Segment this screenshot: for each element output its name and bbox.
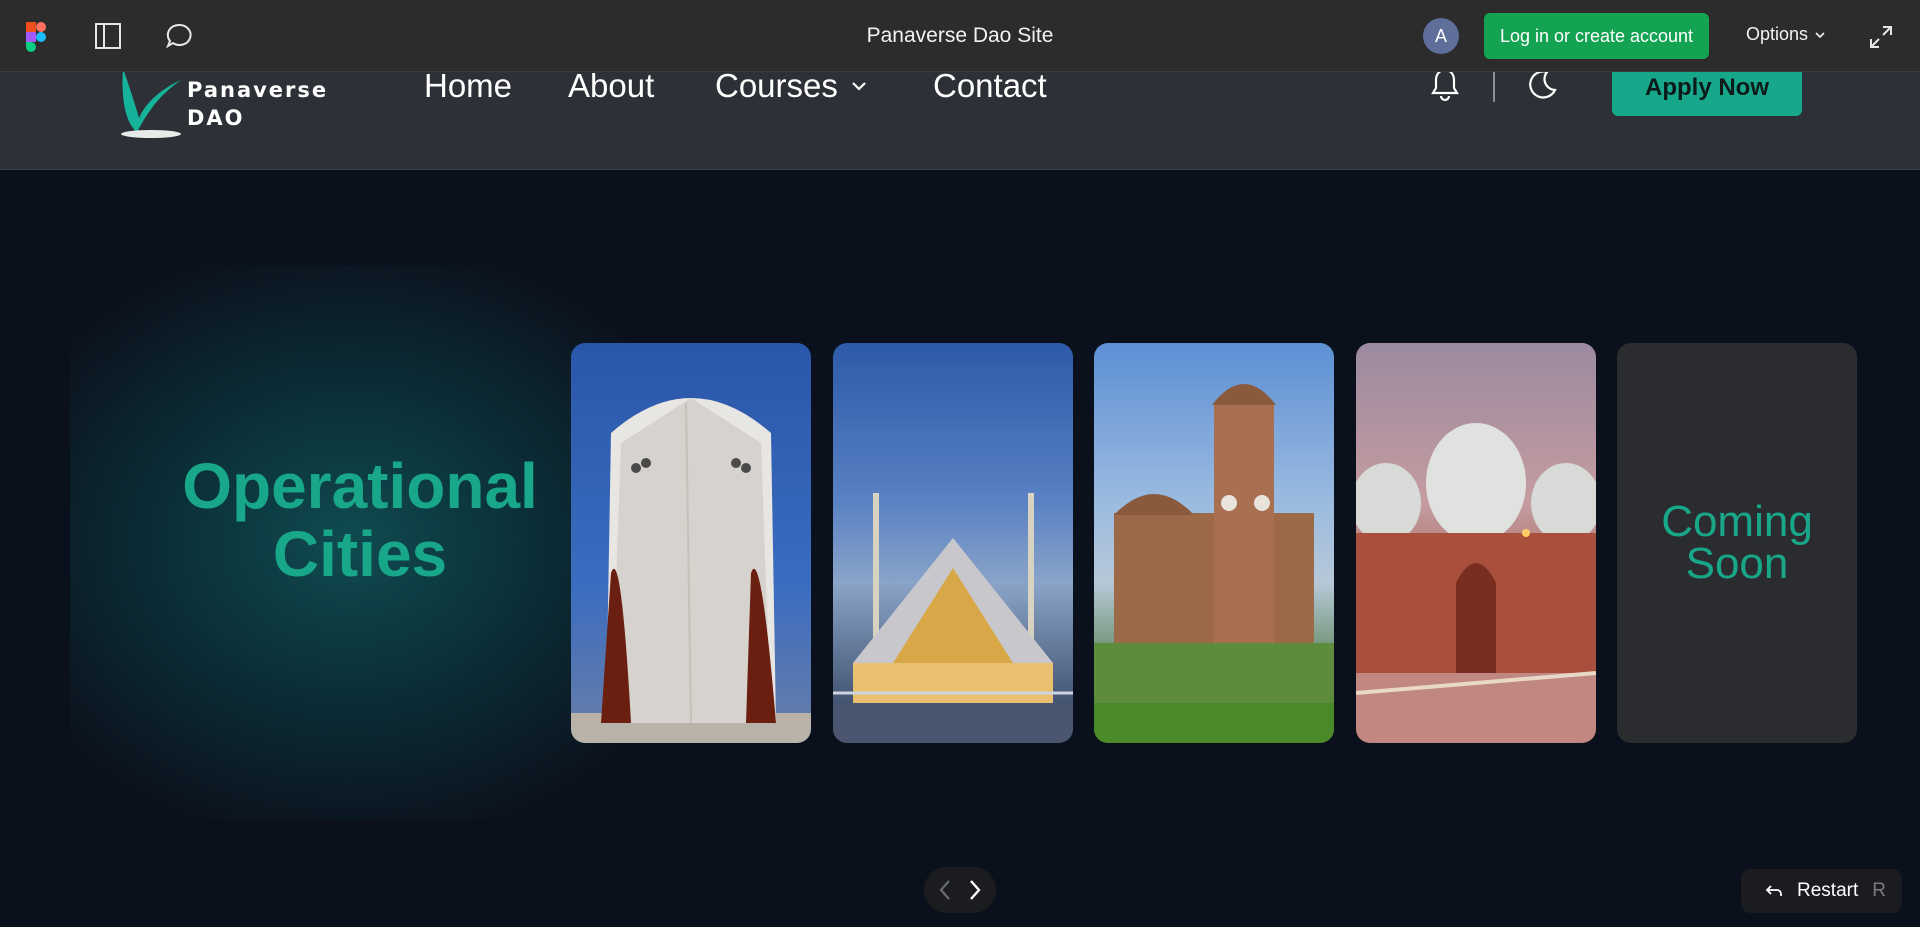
coming-soon-text: Coming Soon	[1661, 497, 1813, 588]
figma-logo-icon[interactable]	[24, 22, 48, 52]
nav-courses-label: Courses	[715, 67, 838, 104]
coming-line-2: Soon	[1685, 539, 1789, 588]
options-label: Options	[1746, 24, 1809, 44]
slide-navigation	[924, 867, 996, 913]
chevron-down-icon	[1815, 31, 1825, 38]
restart-label: Restart	[1797, 880, 1859, 901]
leaf-logo-icon	[121, 68, 181, 138]
previous-arrow-icon[interactable]	[932, 877, 958, 903]
clock-tower-image	[1094, 384, 1334, 743]
city-card-karachi[interactable]	[571, 343, 811, 743]
expand-icon[interactable]	[1868, 24, 1894, 50]
hero-title: Operational Cities	[130, 452, 590, 588]
coming-line-1: Coming	[1661, 497, 1813, 546]
undo-arrow-icon	[1765, 885, 1782, 896]
logo-line-1: Panaverse	[187, 78, 329, 102]
login-button[interactable]: Log in or create account	[1484, 13, 1709, 59]
logo-text: Panaverse DAO	[187, 76, 328, 132]
site-header: Panaverse DAO Home About Courses Contact…	[0, 60, 1920, 170]
next-arrow-icon[interactable]	[962, 877, 988, 903]
hero-title-line-1: Operational	[182, 450, 538, 522]
comment-icon[interactable]	[163, 20, 195, 52]
badshahi-mosque-image	[1356, 423, 1596, 743]
site-logo[interactable]: Panaverse DAO	[115, 68, 328, 140]
header-divider	[1493, 72, 1495, 102]
city-card-lahore[interactable]	[1356, 343, 1596, 743]
mausoleum-image	[571, 398, 811, 743]
logo-line-2: DAO	[187, 106, 245, 130]
avatar[interactable]: A	[1423, 18, 1459, 54]
restart-shortcut-key: R	[1872, 880, 1886, 901]
city-card-islamabad[interactable]	[833, 343, 1073, 743]
sidebar-toggle-icon[interactable]	[92, 20, 124, 52]
coming-soon-card[interactable]: Coming Soon	[1617, 343, 1857, 743]
hero-title-line-2: Cities	[272, 518, 448, 590]
figma-toolbar: Panaverse Dao Site A Log in or create ac…	[0, 0, 1920, 72]
options-menu[interactable]: Options	[1746, 24, 1826, 45]
mosque-image	[833, 493, 1073, 743]
city-card-peshawar[interactable]	[1094, 343, 1334, 743]
chevron-down-icon	[852, 82, 866, 91]
restart-button[interactable]: Restart R	[1741, 869, 1902, 913]
